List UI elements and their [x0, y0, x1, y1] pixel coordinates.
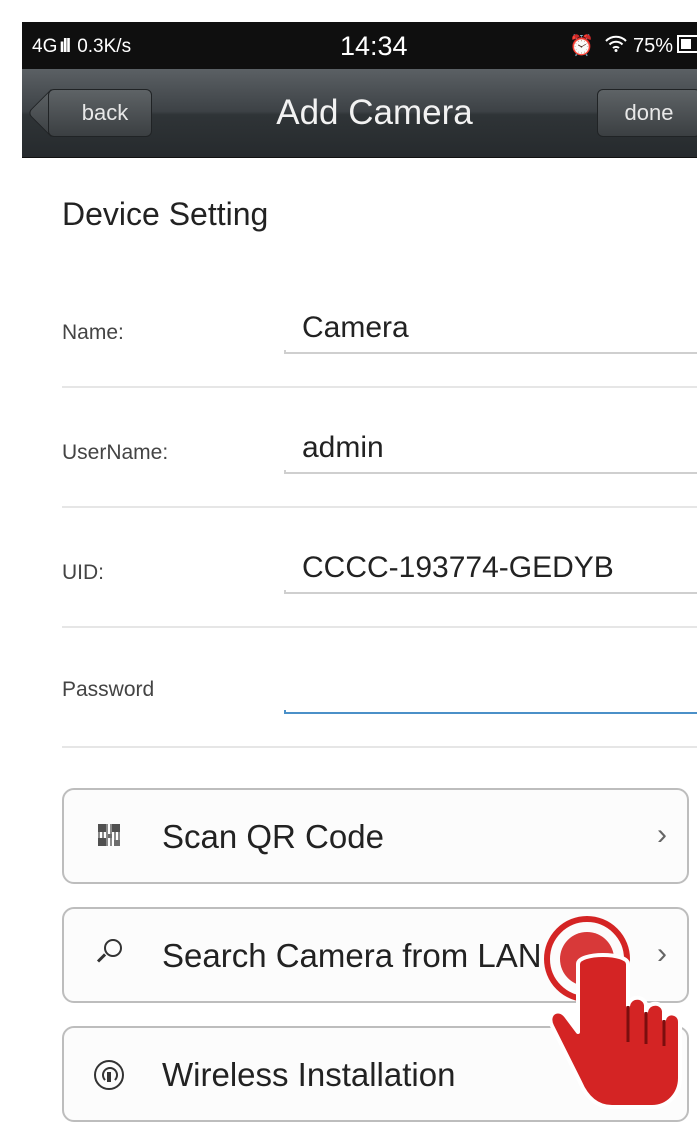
section-title: Device Setting — [62, 196, 269, 232]
name-label: Name: — [62, 321, 124, 344]
battery-icon — [677, 35, 697, 53]
signal-icon: ıll — [59, 36, 71, 57]
uid-row: UID: CCCC-193774-GEDYB — [62, 508, 697, 628]
username-label: UserName: — [62, 441, 169, 464]
uid-input-underline — [284, 590, 697, 594]
page-title: Add Camera — [276, 93, 473, 132]
password-row: Password — [62, 628, 697, 748]
network-speed: 0.3K/s — [77, 36, 132, 57]
wifi-icon — [605, 35, 633, 57]
done-button-label: done — [624, 100, 674, 125]
search-camera-lan-button[interactable]: Search Camera from LAN › — [62, 907, 689, 1003]
chevron-right-icon: › — [657, 1056, 667, 1089]
search-icon — [94, 937, 124, 967]
chevron-right-icon: › — [657, 818, 667, 851]
username-input-underline — [284, 470, 697, 474]
scan-qr-code-button[interactable]: Scan QR Code › — [62, 788, 689, 884]
alarm-clock-icon: ⏰ — [568, 35, 594, 57]
scan-qr-code-label: Scan QR Code — [162, 818, 384, 855]
row-divider — [62, 746, 697, 748]
status-bar: 4G ıll 0.3K/s 14:34 ⏰ 75% — [22, 22, 697, 69]
battery-percent: 75% — [632, 35, 673, 57]
username-row: UserName: admin — [62, 388, 697, 508]
qr-code-icon — [98, 824, 120, 846]
password-label: Password — [62, 678, 155, 701]
password-input-underline — [284, 710, 697, 714]
search-camera-lan-label: Search Camera from LAN — [162, 937, 542, 974]
nav-bar-inner: back Add Camera done — [22, 69, 697, 157]
username-input[interactable]: admin — [302, 431, 384, 465]
name-row: Name: Camera — [62, 268, 697, 388]
status-time: 14:34 — [340, 31, 408, 61]
network-type: 4G — [32, 36, 58, 57]
wireless-install-icon — [94, 1060, 124, 1090]
uid-input[interactable]: CCCC-193774-GEDYB — [302, 551, 614, 585]
name-input[interactable]: Camera — [302, 311, 409, 345]
wireless-installation-label: Wireless Installation — [162, 1056, 456, 1093]
done-button[interactable]: done — [597, 89, 697, 137]
chevron-right-icon: › — [657, 937, 667, 970]
status-left: 4G ıll 0.3K/s — [32, 36, 131, 58]
status-right: ⏰ 75% — [569, 33, 697, 58]
name-input-underline — [284, 350, 697, 354]
wireless-installation-button[interactable]: Wireless Installation › — [62, 1026, 689, 1122]
nav-bar: back Add Camera done — [22, 69, 697, 158]
uid-label: UID: — [62, 561, 104, 584]
